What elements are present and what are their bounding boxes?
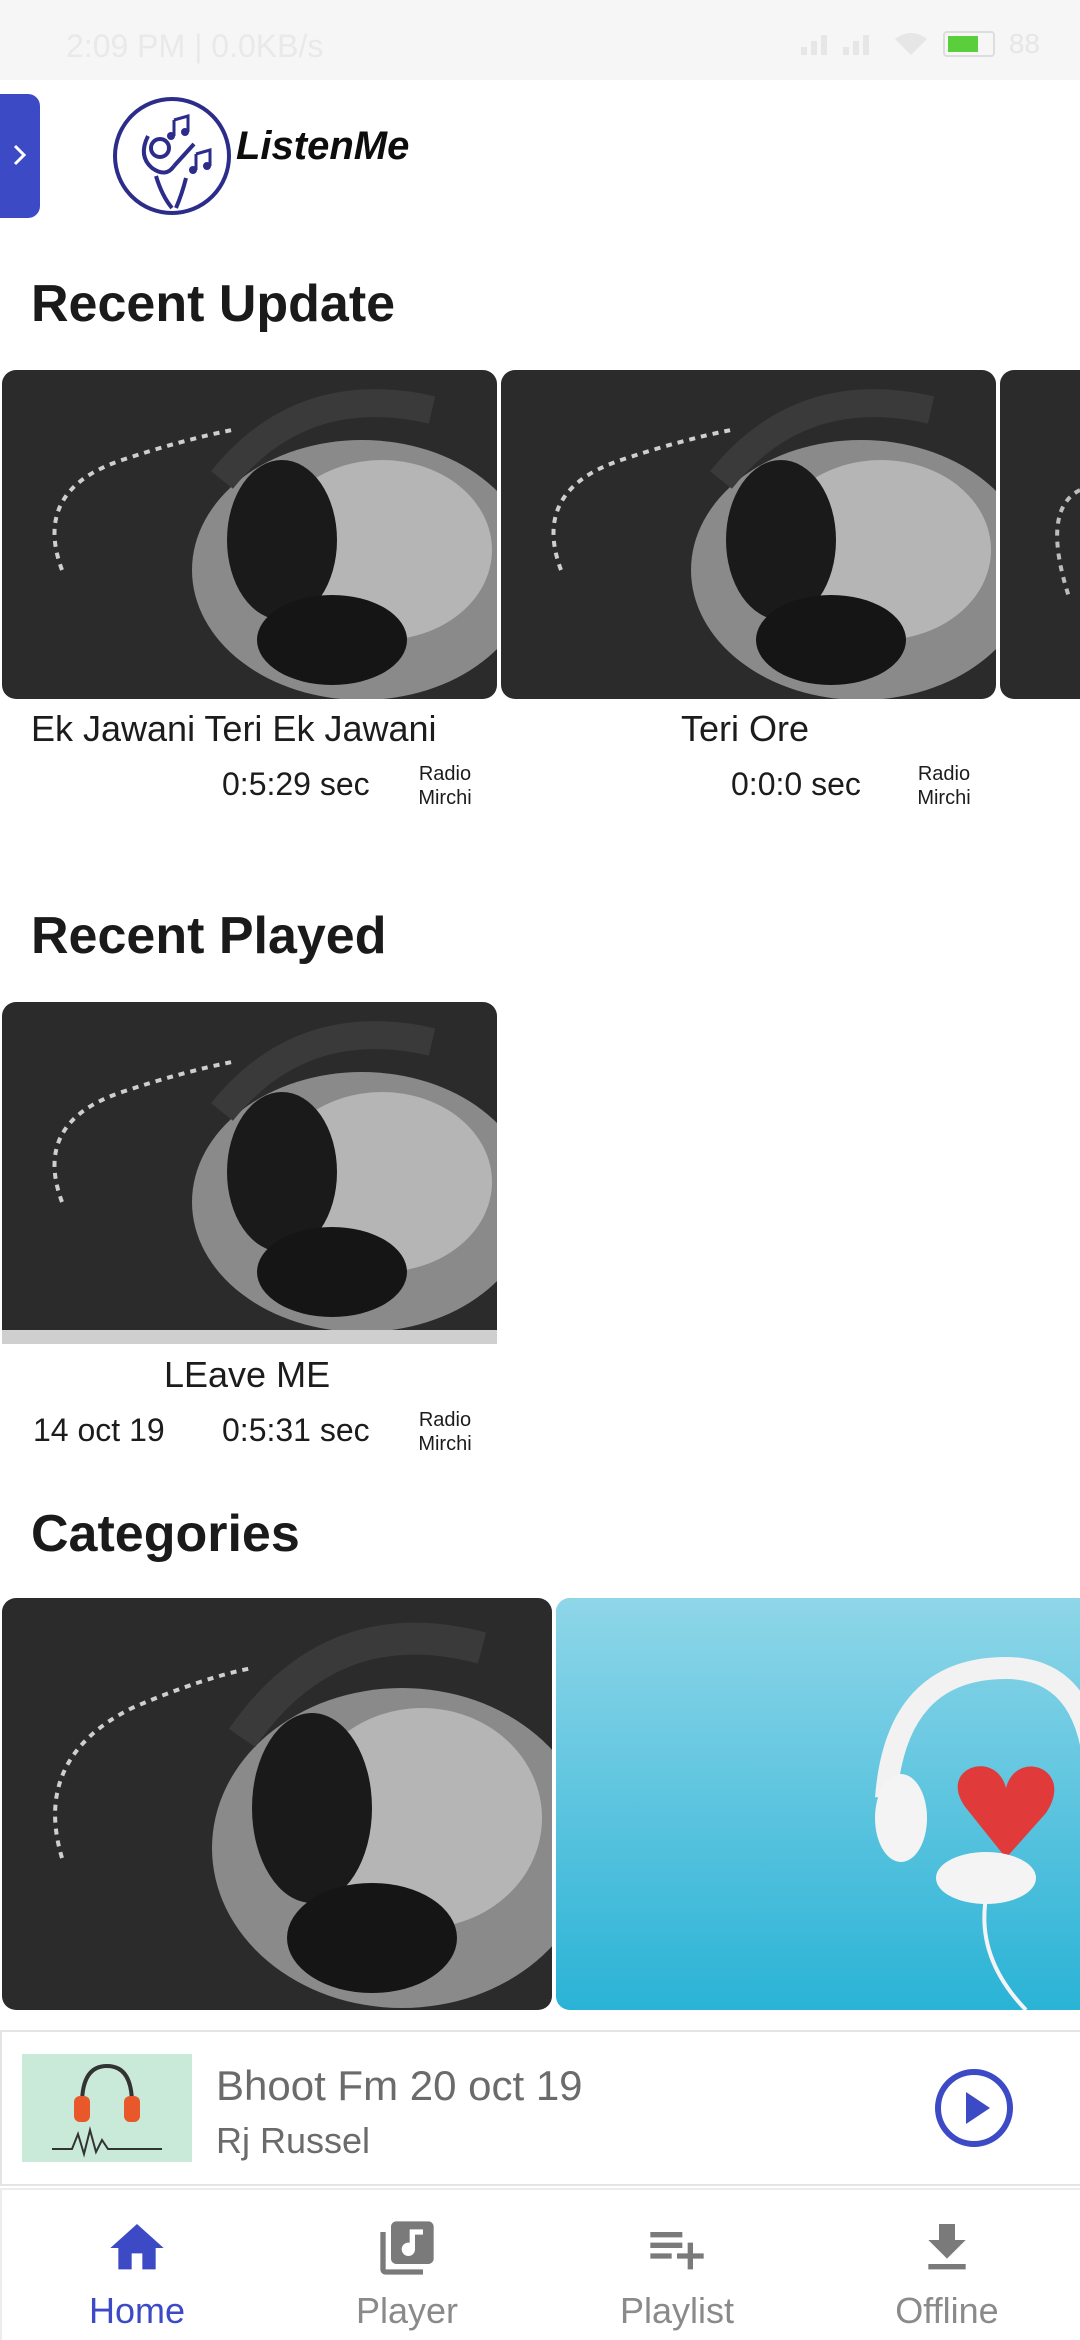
playlist-add-icon xyxy=(650,2232,704,2270)
track-station: Radio Mirchi xyxy=(917,763,971,809)
track-duration: 0:0:0 sec xyxy=(731,766,861,802)
logo-emblem-icon xyxy=(113,97,231,215)
music-library-icon xyxy=(380,2221,434,2275)
track-station: Radio Mirchi xyxy=(418,763,472,809)
track-card-image[interactable] xyxy=(2,370,497,699)
playback-progress-bar xyxy=(2,1330,497,1344)
track-card-image[interactable] xyxy=(2,1002,497,1331)
heart-headphones-image xyxy=(556,1598,1080,2010)
section-title-recent-played: Recent Played xyxy=(31,907,387,965)
system-icons: 88 xyxy=(799,28,1040,60)
track-card-image-partial[interactable] xyxy=(1000,370,1080,699)
track-title: Ek Jawani Teri Ek Jawani xyxy=(31,708,437,749)
play-button[interactable] xyxy=(934,2068,1014,2148)
bottom-navigation: Home Player Playlist Offline xyxy=(0,2188,1080,2340)
track-duration: 0:5:31 sec xyxy=(222,1412,370,1448)
download-icon xyxy=(928,2224,966,2270)
wifi-icon xyxy=(894,33,927,55)
category-card[interactable] xyxy=(556,1598,1080,2010)
nav-home[interactable]: Home xyxy=(2,2190,272,2340)
section-title-categories: Categories xyxy=(31,1505,300,1563)
nav-player[interactable]: Player xyxy=(272,2190,542,2340)
app-logo: ListenMe xyxy=(110,96,420,220)
chevron-right-icon xyxy=(13,144,27,166)
play-circle-icon xyxy=(935,2069,1013,2147)
mini-player[interactable]: Bhoot Fm 20 oct 19 Rj Russel xyxy=(0,2030,1080,2186)
track-title: LEave ME xyxy=(164,1354,331,1395)
battery-icon xyxy=(942,31,995,57)
section-title-recent-update: Recent Update xyxy=(31,275,396,333)
headphones-image xyxy=(1000,370,1080,699)
headphones-image xyxy=(2,1002,497,1331)
nav-playlist[interactable]: Playlist xyxy=(542,2190,812,2340)
track-date: 14 oct 19 xyxy=(33,1412,165,1448)
nav-home-label: Home xyxy=(88,2290,186,2331)
headphones-image xyxy=(2,1598,552,2010)
status-bar: 2:09 PM | 0.0KB/s 88 xyxy=(0,0,1080,80)
nav-playlist-label: Playlist xyxy=(619,2290,735,2331)
app-name: ListenMe xyxy=(236,124,410,168)
home-icon xyxy=(110,2224,164,2270)
headphones-image xyxy=(501,370,996,699)
mini-player-title: Bhoot Fm 20 oct 19 xyxy=(216,2062,583,2109)
mini-player-subtitle: Rj Russel xyxy=(216,2120,371,2161)
headphones-artwork-icon xyxy=(52,2063,162,2158)
drawer-toggle-button[interactable] xyxy=(0,94,40,218)
signal-icon xyxy=(800,35,869,55)
mini-player-artwork xyxy=(22,2054,192,2162)
status-time: 2:09 PM | 0.0KB/s xyxy=(66,28,324,64)
track-card-image[interactable] xyxy=(501,370,996,699)
nav-player-label: Player xyxy=(355,2290,459,2331)
headphones-image xyxy=(2,370,497,699)
nav-offline-label: Offline xyxy=(895,2290,999,2331)
track-title: Teri Ore xyxy=(681,708,810,749)
battery-level: 88 xyxy=(1008,28,1040,59)
category-card[interactable] xyxy=(2,1598,552,2010)
track-duration: 0:5:29 sec xyxy=(222,766,370,802)
track-station: Radio Mirchi xyxy=(418,1409,472,1455)
nav-offline[interactable]: Offline xyxy=(812,2190,1080,2340)
